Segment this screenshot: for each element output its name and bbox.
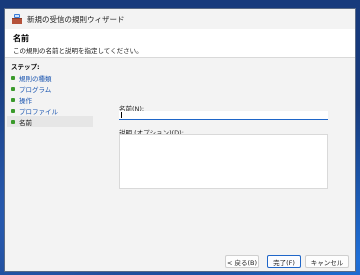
finish-button[interactable]: 完了(F) <box>267 255 301 268</box>
text-caret <box>121 112 122 118</box>
content-panel: 名前(N): 説明 (オプション)(D): <box>93 58 355 271</box>
step-complete-icon <box>11 86 15 91</box>
step-profile[interactable]: プロファイル <box>5 105 91 116</box>
step-name[interactable]: 名前 <box>7 116 93 127</box>
wizard-header: 名前 この規則の名前と説明を指定してください。 <box>5 29 355 57</box>
page-title: 名前 <box>13 34 29 43</box>
wizard-window: 新規の受信の規則ウィザード 名前 この規則の名前と説明を指定してください。 ステ… <box>4 8 356 272</box>
step-label: 名前 <box>19 118 32 127</box>
description-input[interactable] <box>119 134 328 189</box>
steps-list: 規則の種類 プログラム 操作 プロファイル 名前 <box>5 72 93 127</box>
step-current-icon <box>11 119 15 124</box>
step-program[interactable]: プログラム <box>5 83 91 94</box>
page-subtitle: この規則の名前と説明を指定してください。 <box>13 47 143 55</box>
step-label: プログラム <box>19 85 52 94</box>
steps-panel: ステップ: 規則の種類 プログラム 操作 プロファイル 名前 <box>5 58 93 271</box>
step-complete-icon <box>11 108 15 113</box>
name-input[interactable] <box>119 111 328 120</box>
firewall-icon <box>12 14 22 24</box>
step-rule-type[interactable]: 規則の種類 <box>5 72 91 83</box>
step-label: 操作 <box>19 96 32 105</box>
step-complete-icon <box>11 97 15 102</box>
cancel-button[interactable]: キャンセル <box>305 255 349 268</box>
step-label: プロファイル <box>19 107 58 116</box>
step-complete-icon <box>11 75 15 80</box>
window-title: 新規の受信の規則ウィザード <box>27 14 125 24</box>
title-bar: 新規の受信の規則ウィザード <box>5 9 355 29</box>
back-button[interactable]: < 戻る(B) <box>225 255 259 268</box>
step-label: 規則の種類 <box>19 74 52 83</box>
steps-label: ステップ: <box>11 63 40 71</box>
step-action[interactable]: 操作 <box>5 94 91 105</box>
